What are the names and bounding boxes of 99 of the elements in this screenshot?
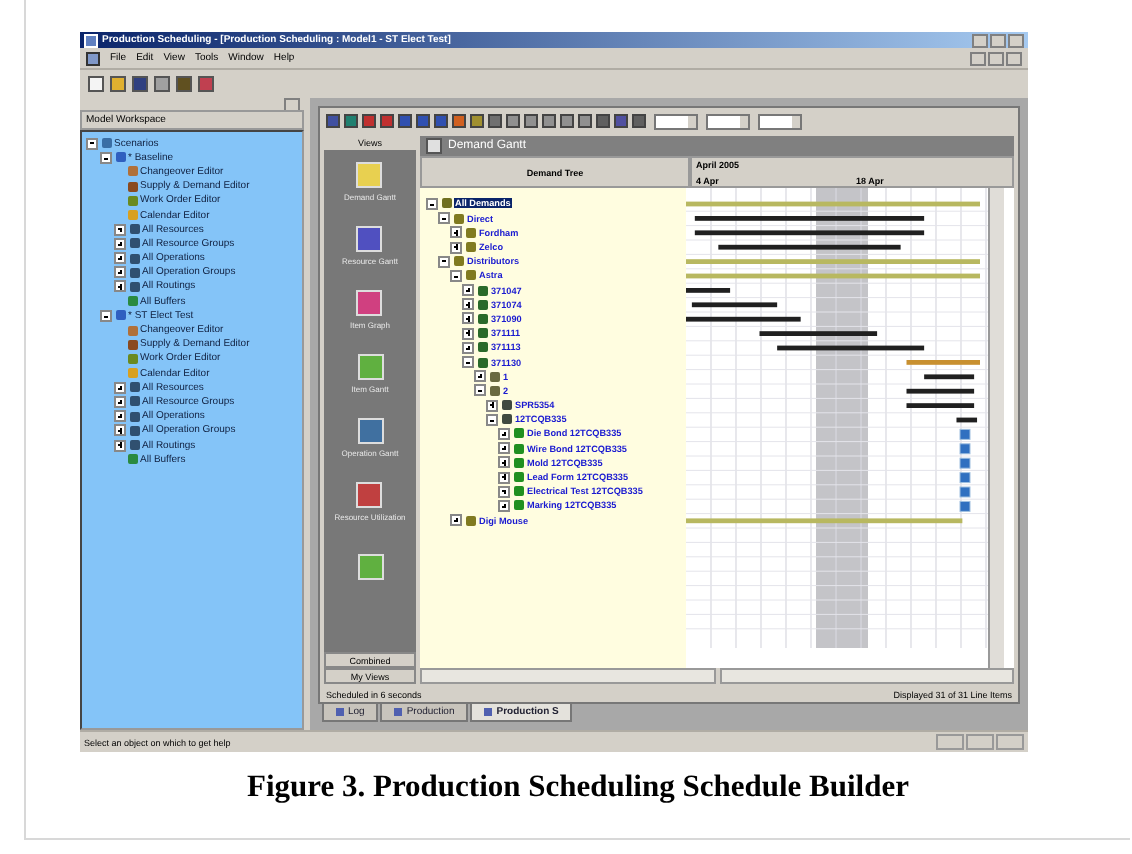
- scrollbar[interactable]: [719, 668, 1014, 684]
- node-icon: [501, 400, 511, 411]
- node-icon: [465, 242, 475, 253]
- node-icon: [129, 425, 139, 436]
- view-icon[interactable]: [357, 553, 383, 579]
- node-icon: [115, 310, 125, 321]
- expander-icon[interactable]: [498, 471, 510, 484]
- expander-icon[interactable]: [474, 370, 486, 383]
- expander-icon[interactable]: [114, 280, 126, 293]
- expander-icon[interactable]: [450, 241, 462, 254]
- expander-icon[interactable]: [114, 424, 126, 437]
- node-icon: [127, 325, 137, 336]
- expander-icon[interactable]: [114, 381, 126, 394]
- expander-icon[interactable]: [498, 442, 510, 455]
- expander-icon[interactable]: [426, 197, 438, 210]
- view-icon[interactable]: [356, 482, 383, 508]
- node-icon: [127, 296, 137, 307]
- expander-icon[interactable]: [86, 137, 98, 150]
- expander-icon[interactable]: [462, 356, 474, 369]
- figure-caption: Figure 3. Production Scheduling Schedule Builder: [244, 770, 911, 806]
- view-icon[interactable]: [357, 354, 383, 380]
- node-icon: [127, 339, 137, 350]
- expander-icon[interactable]: [474, 384, 486, 397]
- expander-icon[interactable]: [462, 284, 474, 297]
- node-icon: [477, 357, 487, 368]
- node-icon: [127, 353, 137, 364]
- node-icon: [129, 238, 139, 249]
- expander-icon[interactable]: [450, 514, 462, 527]
- dropdown-field[interactable]: [706, 113, 750, 129]
- view-icon[interactable]: [356, 162, 383, 188]
- node-icon: [513, 443, 523, 454]
- app-icon: [84, 33, 98, 47]
- expander-icon[interactable]: [114, 395, 126, 408]
- expander-icon[interactable]: [498, 456, 510, 469]
- node-icon: [127, 454, 137, 465]
- expander-icon[interactable]: [114, 237, 126, 250]
- expander-icon[interactable]: [438, 212, 450, 225]
- dropdown-field[interactable]: [758, 113, 802, 129]
- expander-icon[interactable]: [114, 439, 126, 452]
- document-icon: [86, 51, 100, 65]
- node-icon: [129, 440, 139, 451]
- expander-icon[interactable]: [114, 223, 126, 236]
- expander-icon[interactable]: [114, 266, 126, 279]
- node-icon: [127, 195, 137, 206]
- expander-icon[interactable]: [100, 151, 112, 164]
- dropdown-field[interactable]: [654, 113, 698, 129]
- expander-icon[interactable]: [100, 309, 112, 322]
- node-icon: [453, 256, 463, 267]
- node-icon: [513, 428, 523, 439]
- expander-icon[interactable]: [498, 499, 510, 512]
- node-icon: [441, 198, 451, 209]
- expander-icon[interactable]: [486, 413, 498, 426]
- node-icon: [477, 328, 487, 339]
- expander-icon[interactable]: [462, 341, 474, 354]
- node-icon: [129, 396, 139, 407]
- node-icon: [127, 181, 137, 192]
- expander-icon[interactable]: [114, 252, 126, 265]
- expander-icon[interactable]: [450, 269, 462, 282]
- expander-icon[interactable]: [438, 255, 450, 268]
- node-icon: [453, 213, 463, 224]
- expander-icon[interactable]: [498, 427, 510, 440]
- node-icon: [129, 411, 139, 422]
- node-icon: [513, 486, 523, 497]
- node-icon: [477, 285, 487, 296]
- node-icon: [501, 414, 511, 425]
- node-icon: [489, 371, 499, 382]
- expander-icon[interactable]: [450, 226, 462, 239]
- expander-icon[interactable]: [114, 410, 126, 423]
- node-icon: [101, 138, 111, 149]
- node-icon: [465, 515, 475, 526]
- node-icon: [129, 281, 139, 292]
- expander-icon[interactable]: [462, 327, 474, 340]
- expander-icon[interactable]: [498, 485, 510, 498]
- view-icon[interactable]: [356, 290, 383, 316]
- node-icon: [129, 382, 139, 393]
- node-icon: [465, 270, 475, 281]
- expander-icon[interactable]: [462, 312, 474, 325]
- gantt-icon: [426, 138, 442, 154]
- node-icon: [129, 253, 139, 264]
- node-icon: [513, 457, 523, 468]
- node-icon: [477, 342, 487, 353]
- node-icon: [513, 472, 523, 483]
- node-icon: [127, 166, 137, 177]
- expander-icon[interactable]: [486, 399, 498, 412]
- scrollbar[interactable]: [988, 188, 1004, 668]
- node-icon: [127, 210, 137, 221]
- expander-icon[interactable]: [462, 298, 474, 311]
- node-icon: [129, 267, 139, 278]
- view-icon[interactable]: [356, 226, 383, 252]
- node-icon: [513, 500, 523, 511]
- node-icon: [465, 227, 475, 238]
- node-icon: [115, 152, 125, 163]
- scrollbar[interactable]: [420, 668, 715, 684]
- view-icon[interactable]: [357, 418, 383, 444]
- node-icon: [477, 313, 487, 324]
- node-icon: [477, 299, 487, 310]
- node-icon: [127, 368, 137, 379]
- node-icon: [489, 385, 499, 396]
- node-icon: [129, 224, 139, 235]
